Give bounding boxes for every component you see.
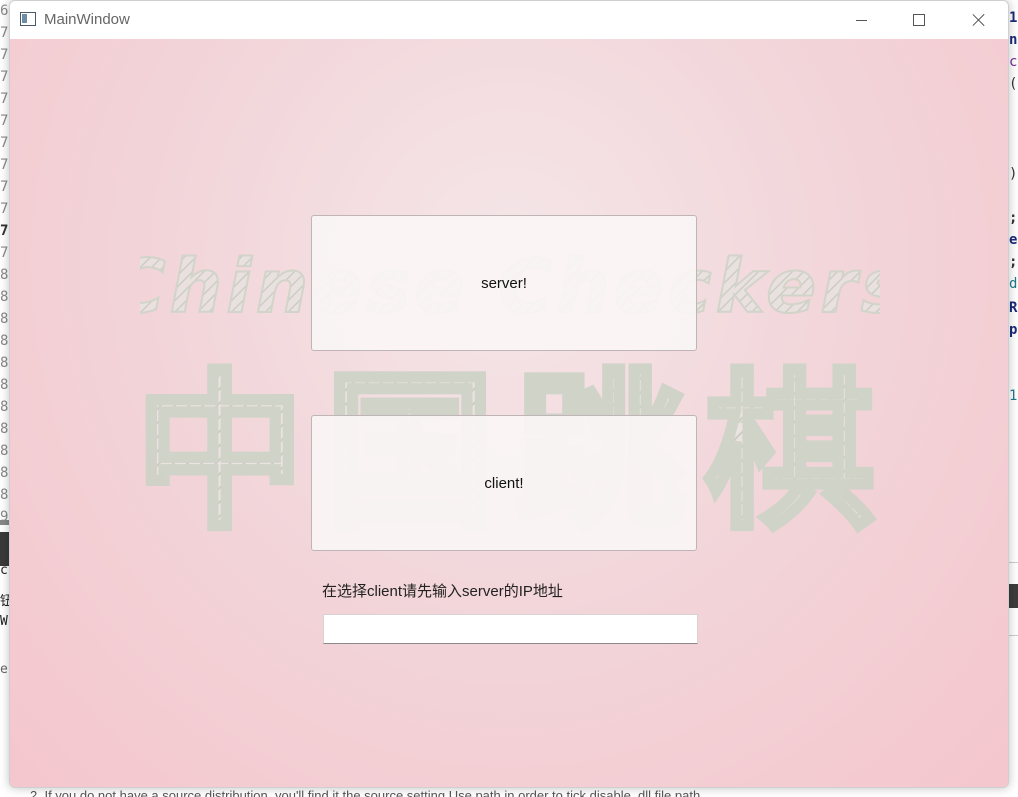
- server-button[interactable]: server!: [311, 215, 697, 351]
- server-ip-input[interactable]: [323, 614, 698, 644]
- maximize-icon: [913, 14, 925, 26]
- title-watermark: Chinese Checkers 中国跳棋: [10, 39, 1008, 787]
- line-number: 7: [0, 113, 9, 129]
- line-number: 7: [0, 135, 9, 151]
- code-fragment: ;: [1009, 210, 1018, 226]
- line-number: 8: [0, 487, 9, 503]
- editor-line-numbers: 677777777777888888888889: [0, 0, 9, 525]
- divider: [1009, 562, 1018, 563]
- code-fragment: c: [1009, 54, 1018, 70]
- code-fragment: 1: [1009, 388, 1018, 404]
- line-number: 8: [0, 311, 9, 327]
- line-number: 8: [0, 443, 9, 459]
- code-fragment: e: [1009, 232, 1018, 248]
- line-number: 7: [0, 47, 9, 63]
- terminal-panel-edge: [0, 532, 9, 566]
- line-number: 7: [0, 157, 9, 173]
- line-number: 8: [0, 377, 9, 393]
- code-fragment: 1: [1009, 10, 1018, 26]
- line-number: 8: [0, 399, 9, 415]
- editor-scrollbar: [0, 520, 9, 525]
- app-window-icon: [20, 12, 36, 26]
- line-number: 8: [0, 333, 9, 349]
- minimize-icon: [855, 19, 867, 21]
- line-number: 7: [0, 201, 9, 217]
- background-text: 2. If you do not have a source distribut…: [30, 788, 701, 797]
- line-number: 8: [0, 421, 9, 437]
- background-fragment: W: [0, 614, 8, 629]
- main-window: MainWindow Chinese Checkers: [9, 0, 1009, 788]
- line-number: 8: [0, 289, 9, 305]
- line-number: 7: [0, 179, 9, 195]
- code-fragment: (: [1009, 76, 1018, 92]
- code-fragment: ): [1009, 166, 1018, 182]
- ip-hint-label: 在选择client请先输入server的IP地址: [322, 583, 563, 600]
- line-number: 6: [0, 3, 9, 19]
- background-fragment: e: [0, 662, 8, 677]
- line-number: 7: [0, 245, 9, 261]
- code-fragment: ;: [1009, 254, 1018, 270]
- terminal-panel-edge: [1009, 584, 1018, 608]
- line-number: 7: [0, 223, 9, 239]
- window-title: MainWindow: [44, 11, 130, 28]
- line-number: 8: [0, 465, 9, 481]
- client-button[interactable]: client!: [311, 415, 697, 551]
- code-fragment: n: [1009, 32, 1018, 48]
- code-fragment: R: [1009, 300, 1018, 316]
- title-bar[interactable]: MainWindow: [10, 1, 1008, 39]
- code-fragment: d: [1009, 276, 1018, 292]
- line-number: 7: [0, 25, 9, 41]
- background-fragment: c: [0, 563, 8, 578]
- close-icon: [972, 13, 986, 27]
- line-number: 8: [0, 355, 9, 371]
- divider: [1009, 635, 1018, 636]
- close-button[interactable]: [950, 1, 1008, 39]
- code-fragment: p: [1009, 322, 1018, 338]
- game-menu-panel: Chinese Checkers 中国跳棋 server! client! 在选…: [10, 39, 1008, 787]
- line-number: 7: [0, 69, 9, 85]
- minimize-button[interactable]: [832, 1, 890, 39]
- line-number: 7: [0, 91, 9, 107]
- line-number: 8: [0, 267, 9, 283]
- maximize-button[interactable]: [890, 1, 948, 39]
